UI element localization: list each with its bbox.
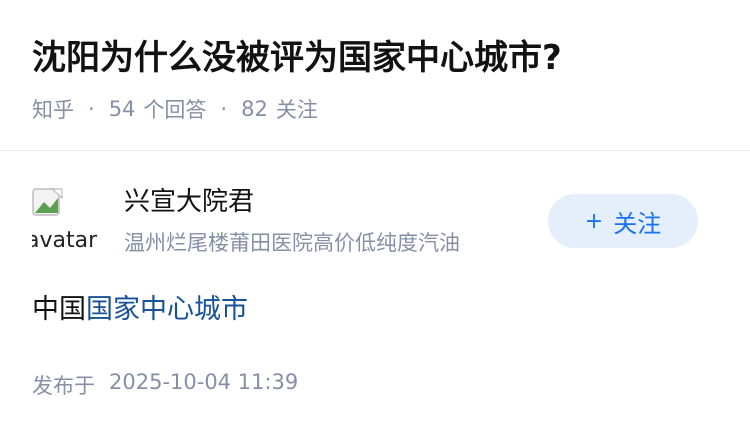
broken-image-icon [32, 188, 63, 216]
publish-info: 发布于 2025-10-04 11:39 [32, 370, 298, 400]
follow-button-label: 关注 [613, 209, 662, 238]
avatar[interactable]: avatar [32, 186, 100, 254]
followers-count: 82 [241, 97, 268, 121]
plus-icon: + [584, 208, 604, 234]
followers-label: 关注 [275, 98, 318, 122]
publish-label: 发布于 [32, 374, 95, 398]
separator-dot: · [88, 97, 95, 121]
answer-content: 中国国家中心城市 [32, 290, 248, 330]
question-title[interactable]: 沈阳为什么没被评为国家中心城市? [32, 34, 732, 82]
author-bio: 温州烂尾楼莆田医院高价低纯度汽油 [124, 231, 460, 255]
answers-label: 个回答 [143, 98, 207, 122]
author-name[interactable]: 兴宣大院君 [124, 184, 254, 220]
source-label[interactable]: 知乎 [32, 94, 74, 124]
divider [0, 150, 750, 151]
answers-count: 54 [108, 97, 136, 121]
topic-link[interactable]: 国家中心城市 [86, 294, 248, 325]
answer-text: 中国 [32, 294, 86, 325]
separator-dot: · [220, 97, 228, 121]
follow-button[interactable]: + 关注 [548, 194, 698, 248]
question-meta: 知乎 · 54 个回答 · 82 关注 [32, 92, 318, 126]
avatar-alt-text: avatar [32, 228, 98, 253]
publish-timestamp: 2025-10-04 11:39 [109, 370, 299, 394]
